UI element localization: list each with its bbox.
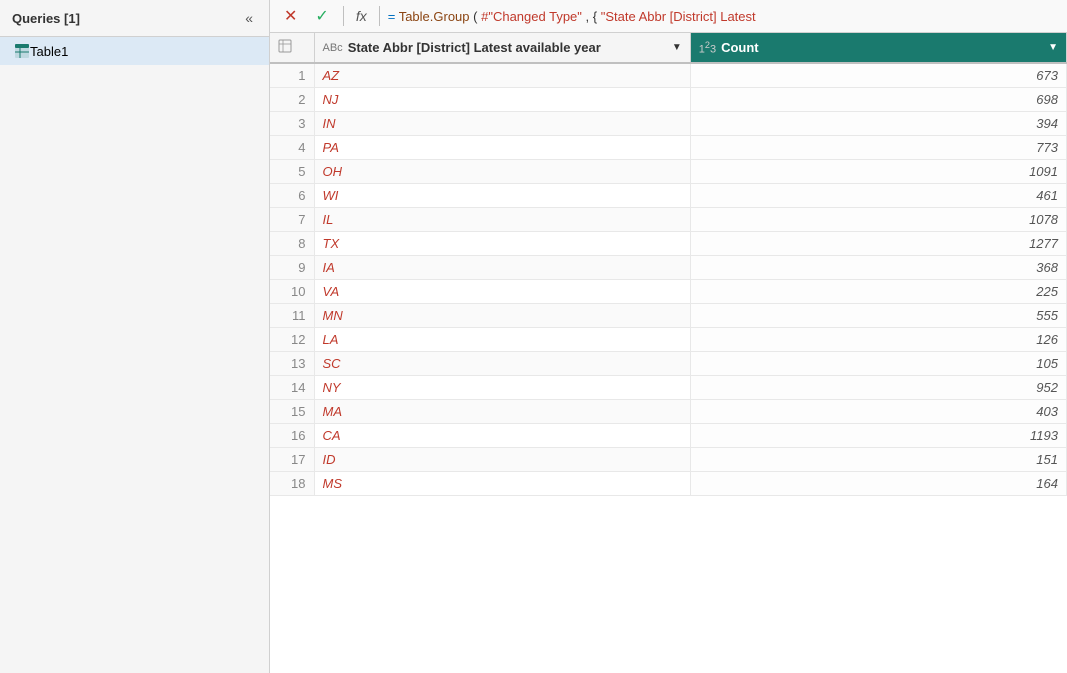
data-area: ABc State Abbr [District] Latest availab…	[270, 33, 1067, 673]
count-type-icon: 123	[699, 40, 716, 56]
table-row: 18MS164	[270, 472, 1067, 496]
state-cell: LA	[314, 328, 690, 352]
table-row: 7IL1078	[270, 208, 1067, 232]
row-number: 18	[270, 472, 314, 496]
table-row: 2NJ698	[270, 88, 1067, 112]
state-cell: MN	[314, 304, 690, 328]
row-num-header	[270, 33, 314, 63]
count-cell: 1193	[690, 424, 1066, 448]
count-cell: 1078	[690, 208, 1066, 232]
state-cell: IL	[314, 208, 690, 232]
count-cell: 555	[690, 304, 1066, 328]
row-number: 14	[270, 376, 314, 400]
row-number: 6	[270, 184, 314, 208]
table-row: 14NY952	[270, 376, 1067, 400]
state-cell: OH	[314, 160, 690, 184]
sidebar-item-label: Table1	[30, 44, 68, 59]
cancel-button[interactable]: ✕	[278, 4, 303, 28]
table-row: 10VA225	[270, 280, 1067, 304]
row-number: 5	[270, 160, 314, 184]
count-cell: 1277	[690, 232, 1066, 256]
state-cell: IN	[314, 112, 690, 136]
count-cell: 461	[690, 184, 1066, 208]
state-cell: VA	[314, 280, 690, 304]
count-col-dropdown[interactable]: ▼	[1048, 42, 1058, 53]
row-number: 8	[270, 232, 314, 256]
state-cell: TX	[314, 232, 690, 256]
table-row: 9IA368	[270, 256, 1067, 280]
table-row: 11MN555	[270, 304, 1067, 328]
count-cell: 151	[690, 448, 1066, 472]
table-row: 13SC105	[270, 352, 1067, 376]
count-cell: 105	[690, 352, 1066, 376]
count-cell: 225	[690, 280, 1066, 304]
state-cell: WI	[314, 184, 690, 208]
main-content: ✕ ✓ fx = Table.Group ( #"Changed Type" ,…	[270, 0, 1067, 673]
count-col-label: Count	[721, 40, 759, 55]
state-type-icon: ABc	[323, 42, 343, 54]
count-cell: 394	[690, 112, 1066, 136]
state-cell: CA	[314, 424, 690, 448]
row-number: 1	[270, 63, 314, 88]
state-cell: NJ	[314, 88, 690, 112]
formula-text[interactable]: = Table.Group ( #"Changed Type" , { "Sta…	[388, 9, 1059, 24]
count-cell: 126	[690, 328, 1066, 352]
table-icon	[14, 43, 30, 59]
row-number: 4	[270, 136, 314, 160]
state-col-label: State Abbr [District] Latest available y…	[348, 40, 601, 55]
state-cell: SC	[314, 352, 690, 376]
count-cell: 403	[690, 400, 1066, 424]
confirm-button[interactable]: ✓	[309, 4, 334, 28]
table-row: 5OH1091	[270, 160, 1067, 184]
table-row: 8TX1277	[270, 232, 1067, 256]
formula-divider	[343, 6, 344, 26]
state-cell: IA	[314, 256, 690, 280]
sidebar: Queries [1] « Table1	[0, 0, 270, 673]
state-cell: PA	[314, 136, 690, 160]
sidebar-title: Queries [1]	[12, 11, 80, 26]
table-row: 1AZ673	[270, 63, 1067, 88]
sidebar-header: Queries [1] «	[0, 0, 269, 37]
count-cell: 1091	[690, 160, 1066, 184]
data-table: ABc State Abbr [District] Latest availab…	[270, 33, 1067, 496]
count-cell: 952	[690, 376, 1066, 400]
row-number: 9	[270, 256, 314, 280]
table-row: 4PA773	[270, 136, 1067, 160]
row-number: 2	[270, 88, 314, 112]
row-number: 11	[270, 304, 314, 328]
count-column-header: 123 Count ▼	[690, 33, 1066, 63]
count-cell: 368	[690, 256, 1066, 280]
table-row: 3IN394	[270, 112, 1067, 136]
sidebar-item-table1[interactable]: Table1	[0, 37, 269, 65]
count-cell: 673	[690, 63, 1066, 88]
row-number: 7	[270, 208, 314, 232]
row-number: 15	[270, 400, 314, 424]
formula-bar: ✕ ✓ fx = Table.Group ( #"Changed Type" ,…	[270, 0, 1067, 33]
formula-divider2	[379, 6, 380, 26]
row-number: 13	[270, 352, 314, 376]
count-cell: 164	[690, 472, 1066, 496]
table-row: 12LA126	[270, 328, 1067, 352]
table-row: 17ID151	[270, 448, 1067, 472]
fx-label: fx	[352, 8, 371, 24]
row-number: 16	[270, 424, 314, 448]
state-col-dropdown[interactable]: ▼	[672, 42, 682, 53]
state-cell: AZ	[314, 63, 690, 88]
row-number: 17	[270, 448, 314, 472]
state-cell: MA	[314, 400, 690, 424]
sidebar-collapse-button[interactable]: «	[241, 8, 257, 28]
table-row: 15MA403	[270, 400, 1067, 424]
table-row: 16CA1193	[270, 424, 1067, 448]
count-cell: 698	[690, 88, 1066, 112]
row-number: 12	[270, 328, 314, 352]
state-cell: MS	[314, 472, 690, 496]
count-cell: 773	[690, 136, 1066, 160]
state-cell: NY	[314, 376, 690, 400]
state-cell: ID	[314, 448, 690, 472]
table-row: 6WI461	[270, 184, 1067, 208]
row-number: 3	[270, 112, 314, 136]
state-column-header: ABc State Abbr [District] Latest availab…	[314, 33, 690, 63]
row-number: 10	[270, 280, 314, 304]
